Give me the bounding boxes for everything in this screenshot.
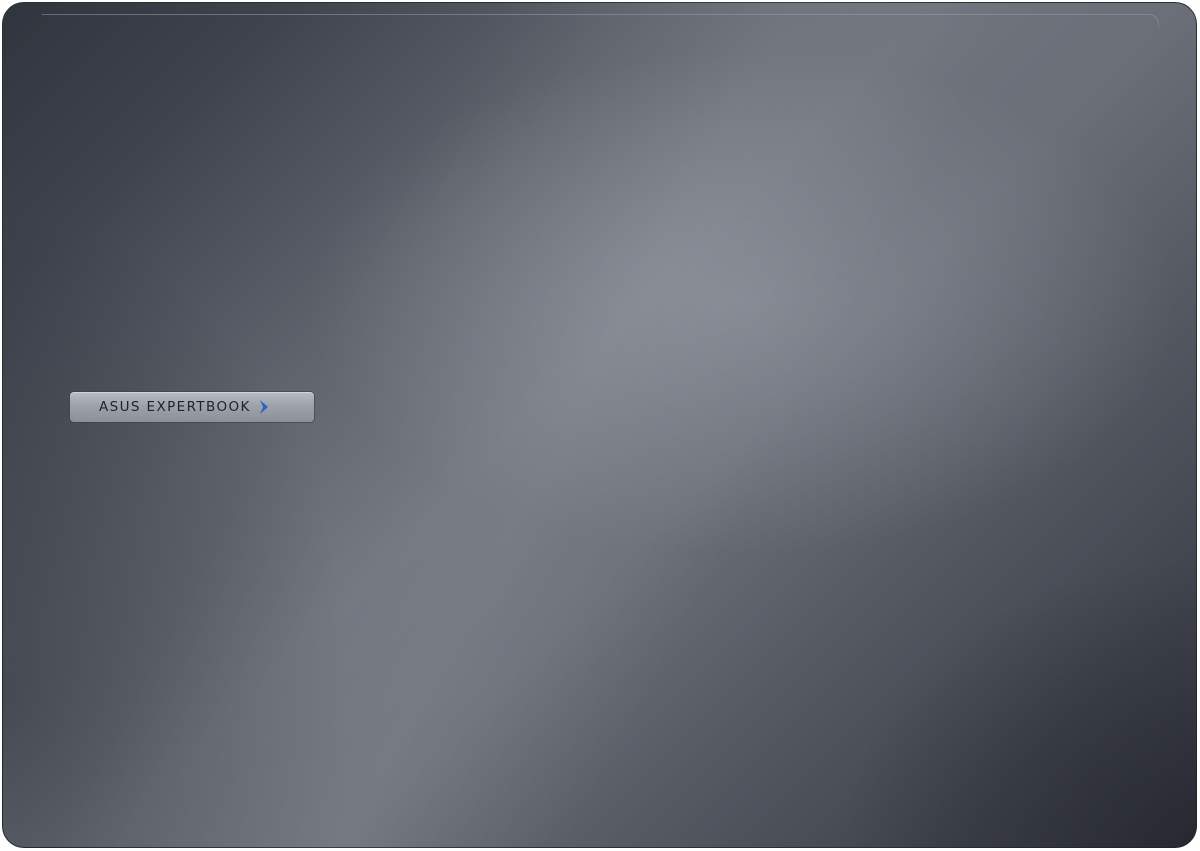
chevron-right-icon	[259, 400, 268, 414]
lid-reflection	[2, 2, 1197, 848]
brand-badge: ASUS EXPERTBOOK	[70, 392, 314, 422]
laptop-lid: ASUS EXPERTBOOK	[2, 2, 1197, 848]
lid-edge-line	[42, 14, 1159, 27]
brand-badge-label: ASUS EXPERTBOOK	[99, 399, 251, 415]
